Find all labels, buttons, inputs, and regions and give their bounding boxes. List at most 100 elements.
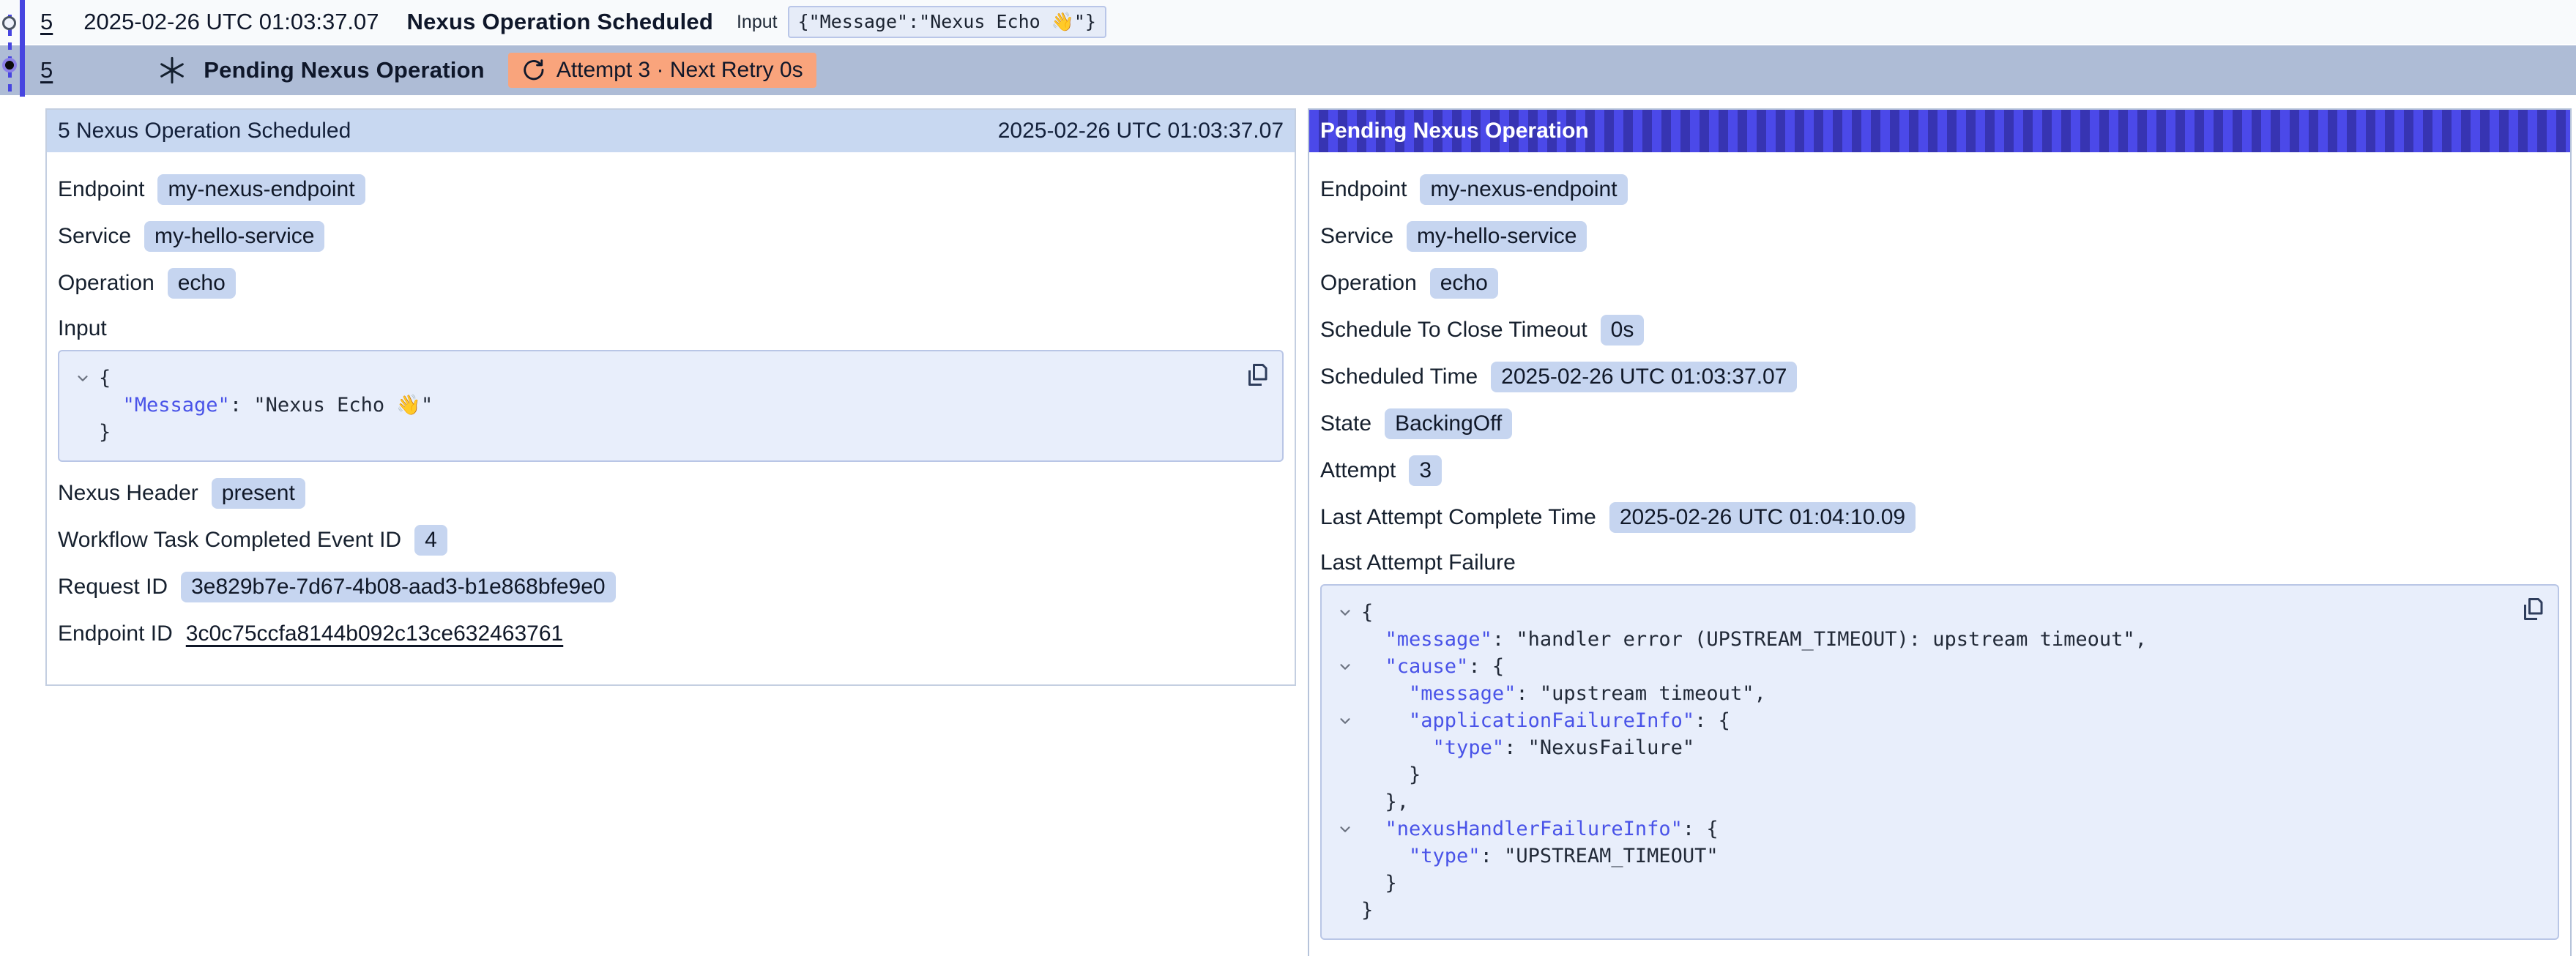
gutter-spacer xyxy=(1329,761,1361,788)
code-text: } xyxy=(1361,870,1397,897)
field-label: Endpoint ID xyxy=(58,621,173,646)
json-text: : { xyxy=(1468,655,1504,678)
field-value-badge: 2025-02-26 UTC 01:04:10.09 xyxy=(1609,502,1916,533)
gutter-spacer xyxy=(67,419,99,446)
json-key: "nexusHandlerFailureInfo" xyxy=(1385,818,1683,840)
field-row: Last Attempt Complete Time 2025-02-26 UTC… xyxy=(1320,502,2559,533)
code-line: "Message": "Nexus Echo 👋" xyxy=(67,392,1231,419)
field-row: Operationecho xyxy=(58,268,1284,299)
code-line: } xyxy=(1329,897,2506,924)
field-value-badge: 0s xyxy=(1601,315,1645,346)
code-text: "message": "handler error (UPSTREAM_TIME… xyxy=(1361,626,2147,653)
json-text xyxy=(1361,845,1409,867)
json-text: { xyxy=(99,367,111,389)
field-value-badge: my-nexus-endpoint xyxy=(1420,174,1627,205)
field-row: Scheduled Time2025-02-26 UTC 01:03:37.07 xyxy=(1320,362,2559,392)
right-panel-body: Endpoint my-nexus-endpoint Servicemy-hello… xyxy=(1309,152,2570,956)
pending-panel-title: Pending Nexus Operation xyxy=(1320,119,1589,143)
code-text: "applicationFailureInfo": { xyxy=(1361,707,1730,734)
pending-nexus-operation-row[interactable]: 5 Pending Nexus Operation Attempt 3 · Ne… xyxy=(0,45,2576,95)
chevron-down-icon[interactable] xyxy=(1329,707,1361,734)
nexus-operation-scheduled-panel: 5 Nexus Operation Scheduled 2025-02-26 U… xyxy=(45,108,1296,686)
code-line: "type": "NexusFailure" xyxy=(1329,734,2506,761)
field-value-badge: 3e829b7e-7d67-4b08-aad3-b1e868bfe9e0 xyxy=(181,572,616,602)
left-panel-timestamp: 2025-02-26 UTC 01:03:37.07 xyxy=(998,119,1284,143)
field-label: Operation xyxy=(58,271,155,296)
code-line: "message": "handler error (UPSTREAM_TIME… xyxy=(1329,626,2506,653)
json-key: "type" xyxy=(1409,845,1481,867)
pending-asterisk-icon xyxy=(157,55,187,86)
code-line: "message": "upstream timeout", xyxy=(1329,680,2506,707)
copy-button[interactable] xyxy=(2520,596,2546,622)
json-key: "message" xyxy=(1409,682,1516,705)
code-text: }, xyxy=(1361,788,1409,815)
field-label: Endpoint xyxy=(1320,177,1407,202)
copy-button[interactable] xyxy=(1244,362,1270,388)
field-label: Attempt xyxy=(1320,458,1396,483)
field-value-badge: 4 xyxy=(414,525,447,556)
field-value-badge: 2025-02-26 UTC 01:03:37.07 xyxy=(1491,362,1797,392)
json-text: } xyxy=(99,421,111,444)
field-label: Endpoint xyxy=(58,177,144,202)
json-text xyxy=(1361,709,1409,732)
chevron-down-icon[interactable] xyxy=(67,365,99,392)
field-label: State xyxy=(1320,411,1371,436)
field-row: Request ID 3e829b7e-7d67-4b08-aad3-b1e868… xyxy=(58,572,1284,602)
gutter-spacer xyxy=(1329,680,1361,707)
code-line: "applicationFailureInfo": { xyxy=(1329,707,2506,734)
json-text: : "handler error (UPSTREAM_TIMEOUT): ups… xyxy=(1492,628,2147,651)
timeline-rail xyxy=(0,0,42,100)
json-code-block: { "Message": "Nexus Echo 👋"} xyxy=(58,350,1284,462)
json-text xyxy=(1361,655,1385,678)
gutter-spacer xyxy=(1329,626,1361,653)
event-title: Nexus Operation Scheduled xyxy=(407,9,713,35)
json-text: : "UPSTREAM_TIMEOUT" xyxy=(1481,845,1719,867)
field-row: Schedule To Close Timeout 0s xyxy=(1320,315,2559,346)
code-text: "Message": "Nexus Echo 👋" xyxy=(99,392,433,419)
code-line: "type": "UPSTREAM_TIMEOUT" xyxy=(1329,843,2506,870)
json-text: } xyxy=(1361,899,1373,922)
field-label: Schedule To Close Timeout xyxy=(1320,318,1587,343)
field-label: Input xyxy=(58,316,1284,341)
json-text xyxy=(1361,682,1409,705)
json-key: "Message" xyxy=(123,394,230,417)
chevron-down-icon[interactable] xyxy=(1329,815,1361,843)
json-text: { xyxy=(1361,601,1373,624)
endpoint-id-link[interactable]: 3c0c75ccfa8144b092c13ce632463761 xyxy=(186,621,563,646)
copy-icon xyxy=(1244,362,1270,388)
field-row: Servicemy-hello-service xyxy=(1320,221,2559,252)
chevron-down-icon[interactable] xyxy=(1329,653,1361,680)
json-text xyxy=(1361,628,1385,651)
field-label: Request ID xyxy=(58,575,168,600)
code-line: } xyxy=(67,419,1231,446)
pending-nexus-operation-panel: Pending Nexus Operation Endpoint my-nexus… xyxy=(1308,108,2572,956)
field-value-badge: echo xyxy=(1430,268,1498,299)
event-input-label: Input xyxy=(737,12,778,33)
code-text: { xyxy=(1361,599,1373,626)
gutter-spacer xyxy=(1329,870,1361,897)
code-line: } xyxy=(1329,761,2506,788)
timeline-active-node-icon xyxy=(2,58,17,72)
field-value-badge: my-hello-service xyxy=(1407,221,1587,252)
event-row-nexus-operation-scheduled[interactable]: 5 2025-02-26 UTC 01:03:37.07 Nexus Opera… xyxy=(0,0,2576,45)
field-value-badge: my-hello-service xyxy=(144,221,324,252)
json-key: "message" xyxy=(1385,628,1492,651)
json-text: } xyxy=(1361,763,1421,786)
gutter-spacer xyxy=(1329,897,1361,924)
field-label: Last Attempt Complete Time xyxy=(1320,505,1596,530)
left-panel-title: 5 Nexus Operation Scheduled xyxy=(58,119,351,143)
code-line: } xyxy=(1329,870,2506,897)
gutter-spacer xyxy=(67,392,99,419)
json-key: "type" xyxy=(1433,736,1505,759)
code-text: "message": "upstream timeout", xyxy=(1361,680,1766,707)
code-text: } xyxy=(1361,761,1421,788)
json-text: : { xyxy=(1683,818,1719,840)
timeline-active-bar xyxy=(20,0,25,97)
json-text: }, xyxy=(1361,791,1409,813)
gutter-spacer xyxy=(1329,734,1361,761)
chevron-down-icon[interactable] xyxy=(1329,599,1361,626)
pending-panel-header: Pending Nexus Operation xyxy=(1309,110,2570,152)
code-line: { xyxy=(1329,599,2506,626)
field-label: Nexus Header xyxy=(58,481,198,506)
copy-icon xyxy=(2520,596,2546,622)
